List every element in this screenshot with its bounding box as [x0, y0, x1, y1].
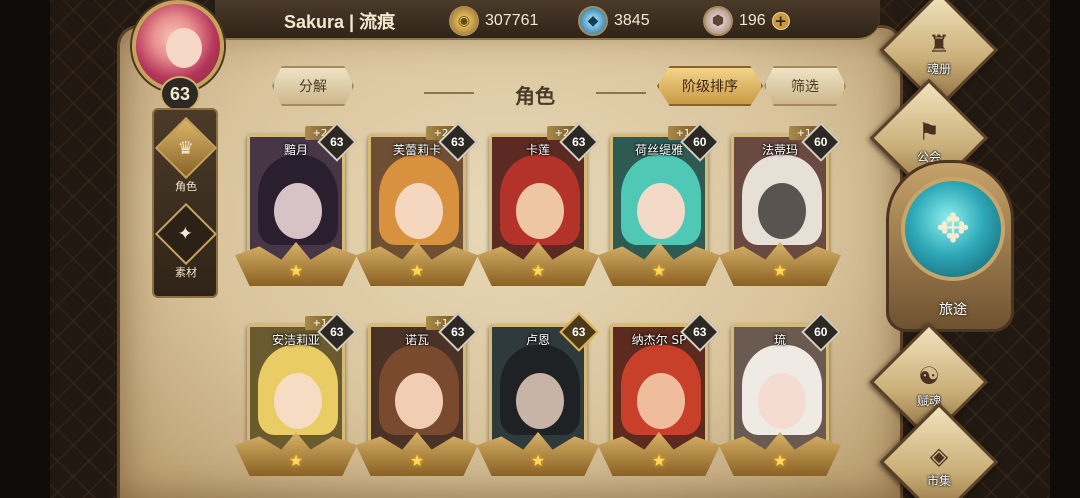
hero-level: 63 [451, 324, 465, 339]
category-tabs: ♛ 角色 ✦ 素材 [152, 108, 218, 298]
tab-characters-label: 角色 [175, 180, 197, 193]
sort-by-rank-button[interactable]: 阶级排序 [657, 66, 763, 106]
helmet-emblem-icon: ♜ [928, 29, 950, 58]
hero-level: 60 [693, 134, 707, 149]
gold-coin-icon: ◉ [449, 6, 479, 36]
hero-card[interactable]: 卢恩 63 ★ [477, 312, 599, 482]
gem-stone-icon: ⬢ [703, 6, 733, 36]
page-title: 角色 [515, 84, 555, 108]
hero-card[interactable]: 琉 60 ★ [719, 312, 841, 482]
crystal-value: 3845 [614, 12, 650, 29]
hero-face [516, 373, 564, 429]
rank-star-icon: ★ [288, 260, 304, 280]
hero-level: 63 [451, 134, 465, 149]
hero-card[interactable]: +2 卡莲 63 ★ [477, 122, 599, 292]
hero-card[interactable]: +1 法蒂玛 60 ★ [719, 122, 841, 292]
hero-face [758, 183, 806, 239]
hero-card[interactable]: +1 安洁莉亚 63 ★ [235, 312, 357, 482]
hero-level: 63 [693, 324, 707, 339]
hero-level: 63 [572, 134, 586, 149]
tab-materials-label: 素材 [175, 266, 197, 279]
helmet-icon: ♛ [154, 116, 218, 180]
market-label: 市集 [926, 473, 951, 488]
player-avatar-area[interactable]: 63 [122, 0, 232, 112]
guild-banner-icon: ⚑ [918, 117, 940, 146]
gold-currency[interactable]: ◉ 307761 [449, 5, 538, 37]
avatar-face [166, 28, 202, 68]
hero-face [274, 183, 322, 239]
right-edge [1050, 0, 1080, 498]
hero-level: 60 [814, 324, 828, 339]
left-edge [0, 0, 50, 498]
rank-star-icon: ★ [772, 450, 788, 470]
hero-level: 63 [330, 134, 344, 149]
rank-star-icon: ★ [288, 450, 304, 470]
title-ornament-right [596, 92, 646, 94]
rank-star-icon: ★ [530, 450, 546, 470]
tab-materials[interactable]: ✦ 素材 [154, 202, 218, 280]
rank-star-icon: ★ [409, 260, 425, 280]
hero-card[interactable]: +2 芙蕾莉卡 63 ★ [356, 122, 478, 292]
journey-label: 旅途 [939, 302, 967, 318]
gold-value: 307761 [485, 12, 539, 29]
player-name: Sakura | 流痕 [284, 12, 396, 32]
hero-card[interactable]: +2 黯月 63 ★ [235, 122, 357, 292]
market-gem-icon: ◈ [929, 441, 949, 470]
hero-face [395, 373, 443, 429]
add-gem-button[interactable]: + [771, 12, 790, 30]
hero-face [637, 373, 685, 429]
rank-star-icon: ★ [651, 260, 667, 280]
hero-face [274, 373, 322, 429]
hero-face [516, 183, 564, 239]
rank-star-icon: ★ [772, 260, 788, 280]
crystal-currency[interactable]: ◆ 3845 [578, 5, 650, 37]
creature-icon: ✦ [154, 202, 218, 266]
rank-star-icon: ★ [530, 260, 546, 280]
soul-book-label: 魂册 [926, 61, 951, 76]
rank-star-icon: ★ [651, 450, 667, 470]
hero-level: 60 [814, 134, 828, 149]
gem-currency[interactable]: ⬢ 196 + [703, 5, 790, 37]
gem-value: 196 [739, 12, 766, 29]
soul-flame-icon: ☯ [918, 361, 940, 390]
filter-button[interactable]: 筛选 [764, 66, 846, 106]
hero-card[interactable]: +1 荷丝缇雅 60 ★ [598, 122, 720, 292]
title-ornament-left [424, 92, 474, 94]
decompose-button[interactable]: 分解 [272, 66, 354, 106]
hero-card[interactable]: +1 诺瓦 63 ★ [356, 312, 478, 482]
tab-characters[interactable]: ♛ 角色 [154, 116, 218, 194]
journey-button[interactable]: ✥ 旅途 [886, 160, 1014, 332]
hero-face [395, 183, 443, 239]
journey-compass-icon: ✥ [901, 177, 1005, 281]
hero-level: 63 [572, 324, 586, 339]
hero-face [637, 183, 685, 239]
rank-star-icon: ★ [409, 450, 425, 470]
hero-level: 63 [330, 324, 344, 339]
crystal-icon: ◆ [578, 6, 608, 36]
hero-card[interactable]: 纳杰尔 SP 63 ★ [598, 312, 720, 482]
player-level-badge: 63 [160, 76, 200, 112]
hero-face [758, 373, 806, 429]
